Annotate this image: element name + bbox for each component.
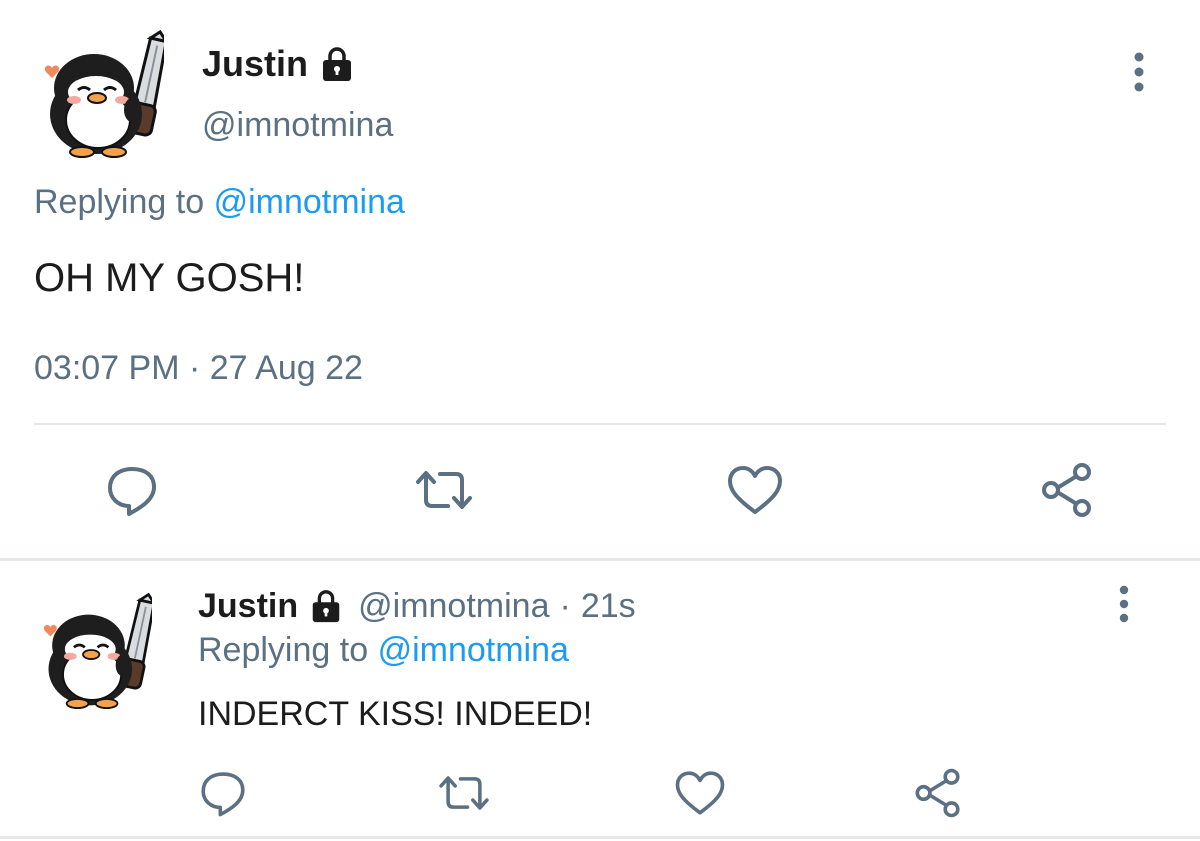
replying-to-mention-link[interactable]: @imnotmina — [378, 631, 569, 669]
vertical-dots-icon — [1134, 52, 1144, 92]
vertical-dots-icon — [1119, 585, 1129, 623]
handle[interactable]: @imnotmina — [202, 104, 393, 146]
tweet-date: 27 Aug 22 — [209, 349, 363, 387]
display-name[interactable]: Justin — [202, 42, 356, 86]
tweet-text: OH MY GOSH! — [34, 256, 305, 300]
like-button[interactable] — [724, 460, 786, 520]
bottom-divider — [0, 836, 1200, 839]
heart-icon — [675, 771, 725, 815]
share-button[interactable] — [1036, 460, 1098, 520]
reply-handle[interactable]: @imnotmina — [358, 584, 549, 628]
reply-icon — [108, 467, 156, 516]
display-name-text: Justin — [202, 43, 309, 84]
section-divider — [0, 558, 1200, 561]
reply-more-options-button[interactable] — [1108, 582, 1140, 626]
reply-share-button[interactable] — [910, 766, 966, 820]
retweet-button[interactable] — [410, 460, 478, 520]
reply-text: INDERCT KISS! INDEED! — [198, 695, 593, 733]
avatar[interactable] — [34, 28, 170, 158]
retweet-icon — [416, 471, 472, 509]
share-icon — [915, 768, 960, 818]
header-separator: · — [559, 587, 571, 625]
retweet-icon — [439, 776, 489, 810]
penguin-avatar-icon — [43, 592, 157, 709]
reply-avatar[interactable] — [34, 588, 157, 712]
lock-icon — [312, 590, 340, 623]
reply-header: Justin @imnotmina · 21s — [198, 584, 636, 628]
replying-to: Replying to @imnotmina — [34, 180, 405, 224]
reply-relative-time[interactable]: 21s — [581, 584, 636, 628]
heart-icon — [728, 466, 782, 514]
reply-like-button[interactable] — [672, 766, 728, 820]
reply-icon — [201, 772, 245, 817]
replying-to-mention-link[interactable]: @imnotmina — [214, 183, 405, 221]
divider — [34, 423, 1166, 425]
tweet-time: 03:07 PM — [34, 349, 180, 387]
reply-reply-button[interactable] — [196, 766, 250, 820]
tweet-timestamp[interactable]: 03:07 PM · 27 Aug 22 — [34, 346, 363, 390]
share-icon — [1042, 463, 1091, 517]
reply-retweet-button[interactable] — [434, 766, 494, 820]
replying-to-label: Replying to — [198, 631, 369, 669]
reply-button[interactable] — [102, 460, 162, 520]
reply-display-name[interactable]: Justin — [198, 584, 298, 628]
lock-icon — [323, 47, 352, 81]
replying-to-label: Replying to — [34, 183, 205, 221]
timestamp-separator: · — [188, 349, 201, 387]
more-options-button[interactable] — [1122, 50, 1156, 94]
reply-replying-to: Replying to @imnotmina — [198, 628, 569, 672]
penguin-avatar-icon — [44, 29, 170, 158]
